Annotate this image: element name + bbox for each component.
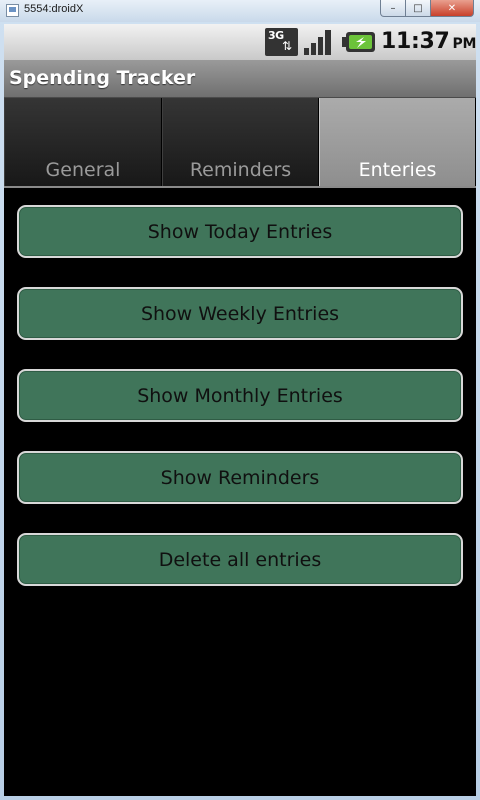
tab-enteries[interactable]: Enteries (319, 98, 476, 186)
data-arrows-icon: ⇅ (282, 39, 293, 53)
tab-general-label: General (45, 159, 121, 181)
signal-icon (304, 30, 331, 55)
show-weekly-entries-button[interactable]: Show Weekly Entries (17, 287, 463, 340)
show-today-entries-button[interactable]: Show Today Entries (17, 205, 463, 258)
tab-reminders[interactable]: Reminders (162, 98, 319, 186)
entries-content: Show Today Entries Show Weekly Entries S… (4, 188, 476, 796)
phone-screen: 3G ⇅ 11:37 PM Spending Tracker General R… (4, 24, 476, 796)
status-bar: 3G ⇅ 11:37 PM (4, 24, 476, 60)
minimize-button[interactable]: – (380, 0, 406, 17)
maximize-button[interactable]: □ (406, 0, 431, 17)
tab-reminders-label: Reminders (189, 159, 292, 181)
tab-bar: General Reminders Enteries (4, 98, 476, 188)
emulator-window: 5554:droidX – □ ✕ 3G ⇅ 11:37 PM Spending… (0, 0, 480, 800)
status-clock: 11:37 PM (381, 29, 476, 54)
tab-enteries-label: Enteries (358, 159, 437, 181)
show-monthly-entries-button[interactable]: Show Monthly Entries (17, 369, 463, 422)
close-button[interactable]: ✕ (431, 0, 474, 17)
app-titlebar: Spending Tracker (4, 60, 476, 98)
battery-charging-icon (342, 32, 375, 52)
window-app-icon (6, 4, 19, 17)
clock-ampm: PM (452, 36, 476, 52)
delete-all-entries-button[interactable]: Delete all entries (17, 533, 463, 586)
network-3g-icon: 3G ⇅ (265, 28, 298, 56)
tab-general[interactable]: General (4, 98, 162, 186)
app-title: Spending Tracker (9, 67, 196, 89)
window-controls: – □ ✕ (380, 0, 474, 18)
window-title: 5554:droidX (24, 3, 84, 15)
window-titlebar[interactable]: 5554:droidX – □ ✕ (0, 0, 480, 22)
clock-time: 11:37 (381, 29, 450, 54)
show-reminders-button[interactable]: Show Reminders (17, 451, 463, 504)
